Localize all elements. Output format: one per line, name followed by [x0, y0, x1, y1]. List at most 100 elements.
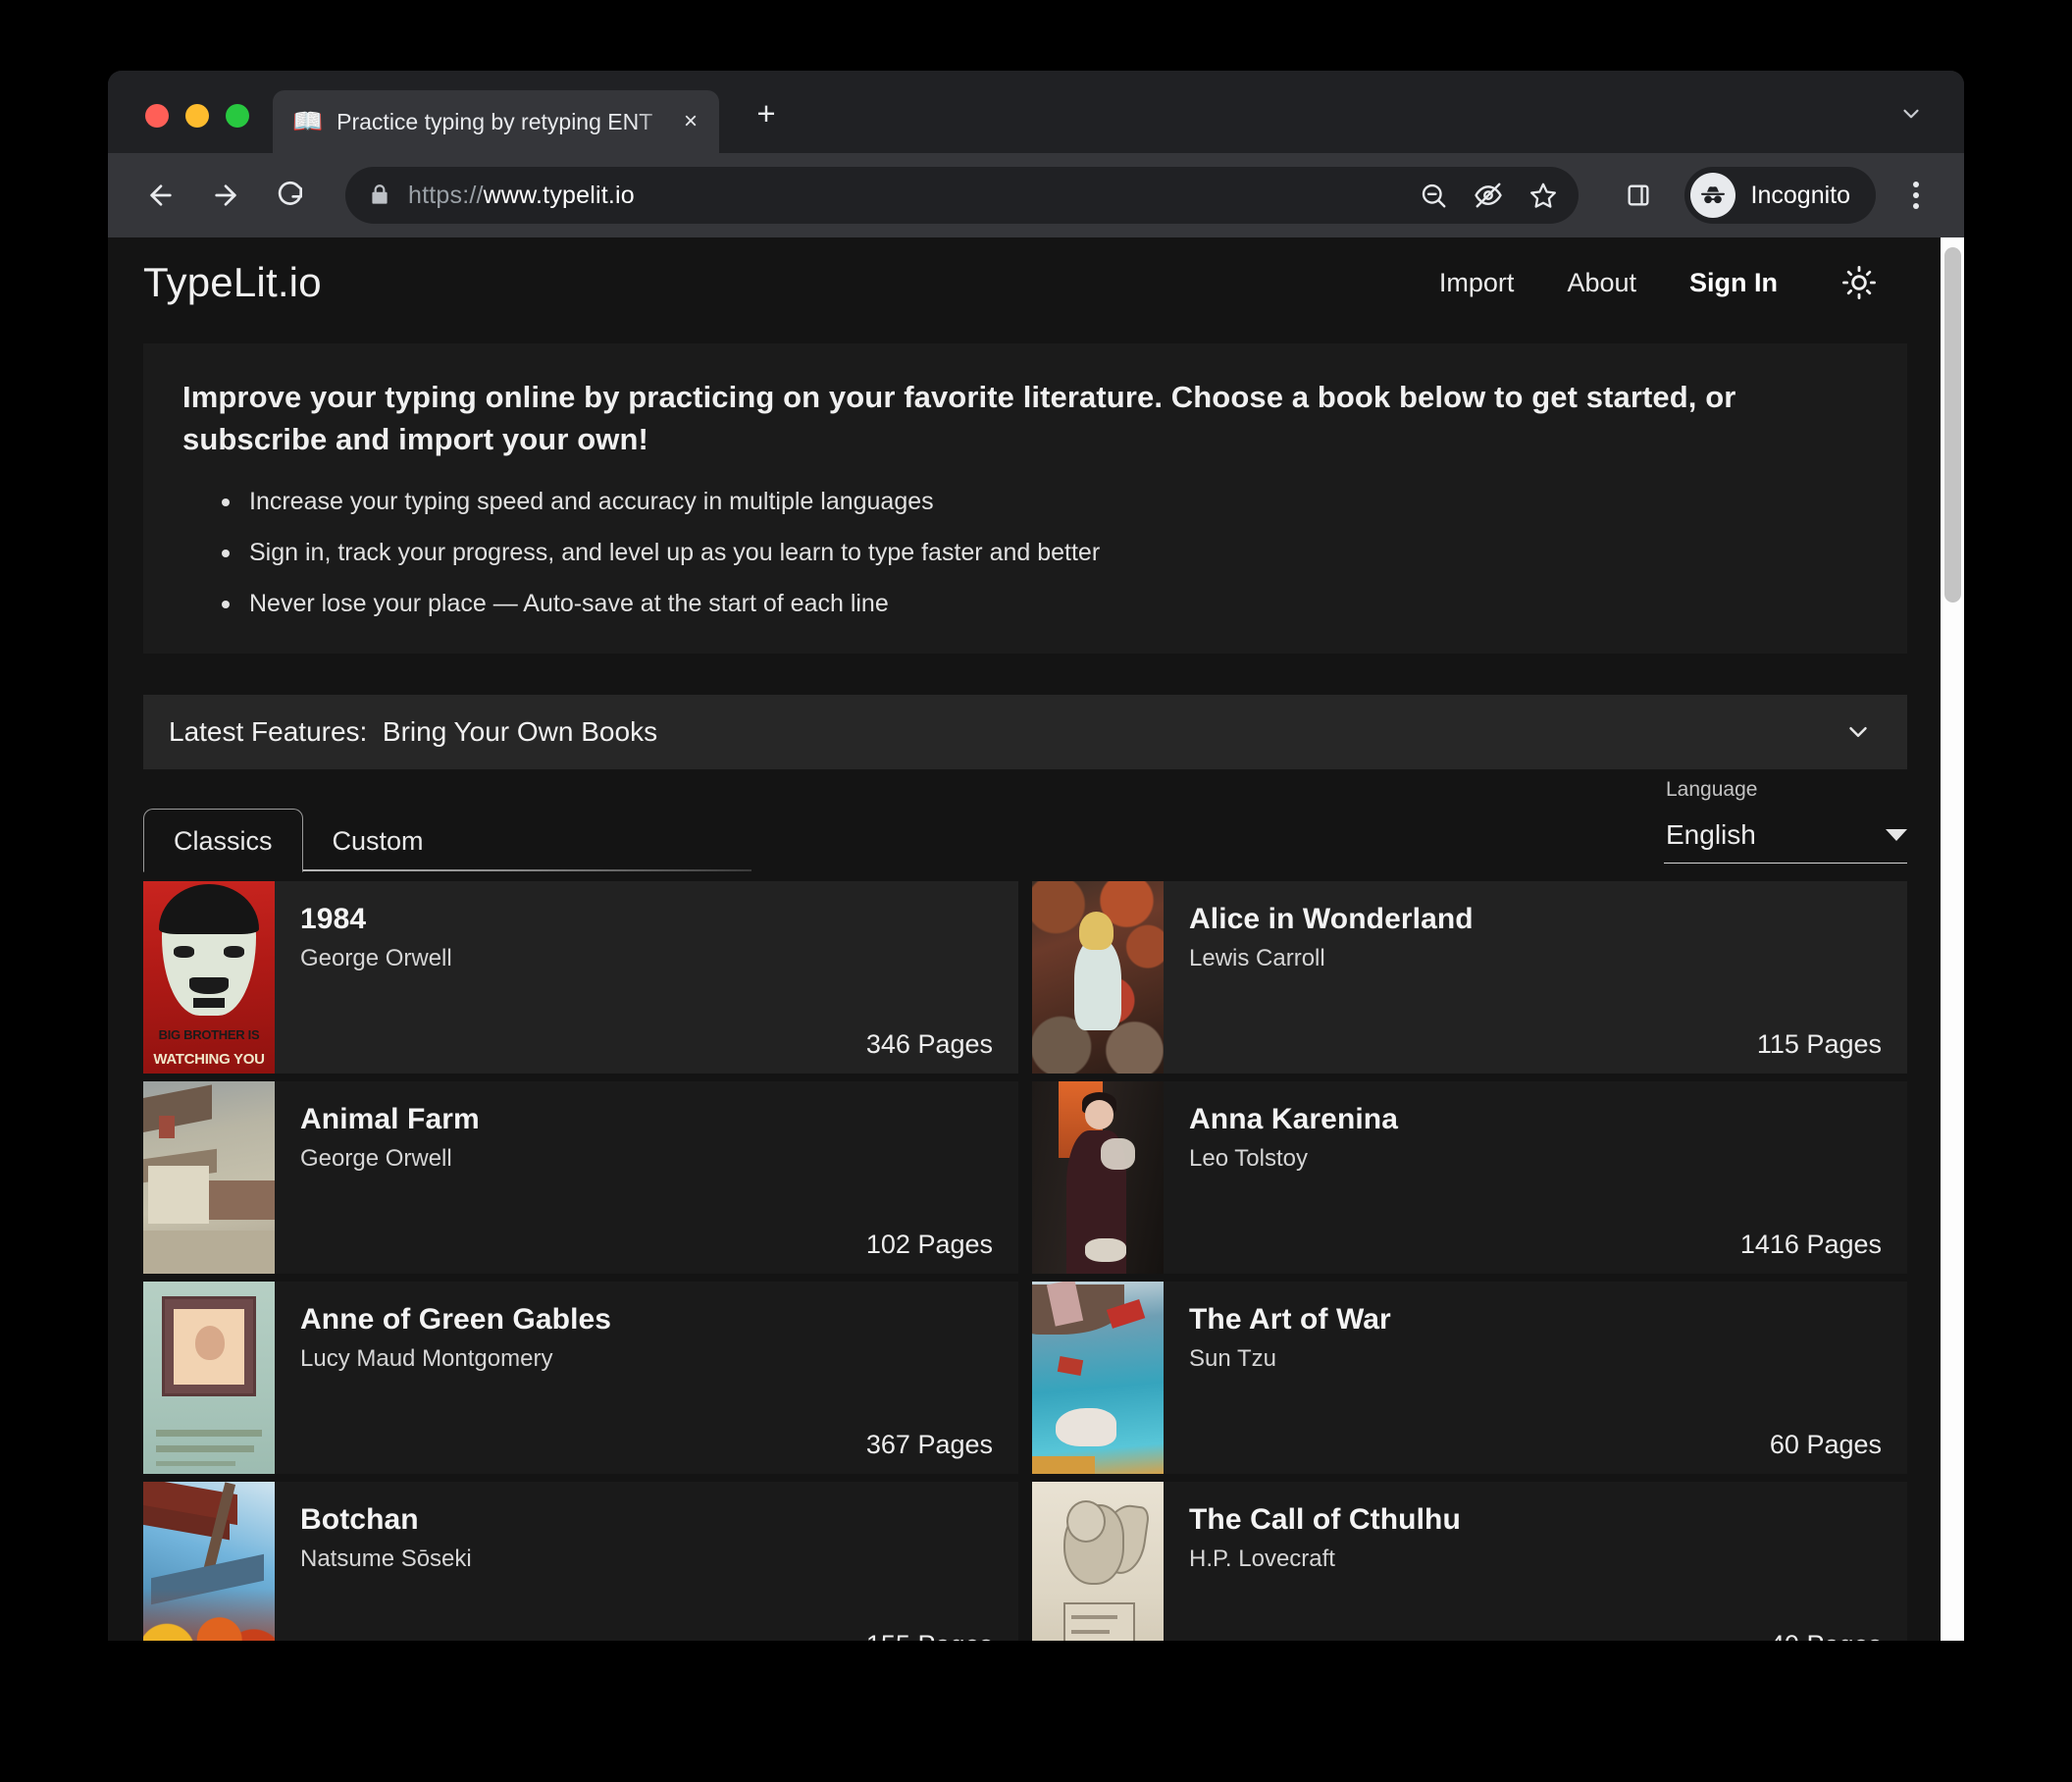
three-dot-menu-icon[interactable] — [1893, 168, 1939, 223]
cover-artwork-the-call-of-cthulhu — [1032, 1482, 1164, 1641]
book-card-botchan[interactable]: Botchan Natsume Sōseki 155 Pages — [143, 1482, 1018, 1641]
nav-link-sign-in[interactable]: Sign In — [1689, 268, 1778, 298]
book-cover — [1032, 881, 1164, 1074]
browser-toolbar: https://www.typelit.io Incognito — [108, 153, 1964, 237]
site-header: TypeLit.io Import About Sign In — [108, 237, 1941, 328]
book-info: Animal Farm George Orwell 102 Pages — [275, 1081, 1018, 1274]
incognito-icon — [1690, 173, 1735, 218]
language-label: Language — [1666, 778, 1757, 802]
site-nav: Import About Sign In — [1439, 262, 1880, 303]
back-icon[interactable] — [133, 168, 188, 223]
list-item: Sign in, track your progress, and level … — [216, 538, 1868, 567]
book-page-count: 60 Pages — [1770, 1430, 1882, 1460]
cover-artwork-anne-of-green-gables — [143, 1282, 275, 1474]
profile-label: Incognito — [1751, 182, 1850, 210]
sun-icon[interactable] — [1839, 262, 1880, 303]
book-cover — [143, 1482, 275, 1641]
book-page-count: 40 Pages — [1770, 1630, 1882, 1641]
window-maximize-button[interactable] — [226, 104, 249, 128]
side-panel-icon[interactable] — [1612, 168, 1665, 223]
book-title: Animal Farm — [300, 1103, 989, 1135]
book-card-1984[interactable]: BIG BROTHER IS WATCHING YOU 1984 George … — [143, 881, 1018, 1074]
dropdown-arrow-icon — [1886, 829, 1907, 841]
book-title: Anne of Green Gables — [300, 1303, 989, 1336]
book-page-count: 346 Pages — [866, 1029, 993, 1060]
book-card-the-call-of-cthulhu[interactable]: The Call of Cthulhu H.P. Lovecraft 40 Pa… — [1032, 1482, 1907, 1641]
tab-strip: 📖 Practice typing by retyping ENT × + — [108, 71, 1964, 153]
book-cover: BIG BROTHER IS WATCHING YOU — [143, 881, 275, 1074]
book-info: Alice in Wonderland Lewis Carroll 115 Pa… — [1164, 881, 1907, 1074]
tab-custom[interactable]: Custom — [303, 810, 453, 870]
cover-text-line1: BIG BROTHER IS — [143, 1027, 275, 1042]
open-book-icon: 📖 — [292, 110, 323, 134]
book-cover — [143, 1282, 275, 1474]
url-host: www.typelit.io — [484, 182, 635, 209]
book-author: Sun Tzu — [1189, 1345, 1878, 1373]
latest-features-accordion[interactable]: Latest Features: Bring Your Own Books — [143, 695, 1907, 769]
book-title: Anna Karenina — [1189, 1103, 1878, 1135]
zoom-out-icon[interactable] — [1408, 170, 1459, 221]
book-title: Botchan — [300, 1503, 989, 1536]
book-info: Botchan Natsume Sōseki 155 Pages — [275, 1482, 1018, 1641]
tab-classics[interactable]: Classics — [143, 809, 303, 871]
language-select[interactable]: Language English — [1664, 819, 1907, 871]
browser-tab[interactable]: 📖 Practice typing by retyping ENT × — [273, 90, 719, 153]
book-cover — [1032, 1081, 1164, 1274]
window-close-button[interactable] — [145, 104, 169, 128]
book-page-count: 155 Pages — [866, 1630, 993, 1641]
nav-link-import[interactable]: Import — [1439, 268, 1515, 298]
book-cover — [143, 1081, 275, 1274]
book-card-the-art-of-war[interactable]: The Art of War Sun Tzu 60 Pages — [1032, 1282, 1907, 1474]
book-author: H.P. Lovecraft — [1189, 1546, 1878, 1573]
browser-tab-title: Practice typing by retyping ENT — [337, 109, 676, 135]
book-info: Anne of Green Gables Lucy Maud Montgomer… — [275, 1282, 1018, 1474]
book-page-count: 102 Pages — [866, 1230, 993, 1260]
intro-panel: Improve your typing online by practicing… — [143, 343, 1907, 654]
cover-artwork-1984: BIG BROTHER IS WATCHING YOU — [143, 881, 275, 1074]
scrollbar-thumb[interactable] — [1944, 247, 1961, 603]
book-title: The Call of Cthulhu — [1189, 1503, 1878, 1536]
book-card-animal-farm[interactable]: Animal Farm George Orwell 102 Pages — [143, 1081, 1018, 1274]
page-scrollbar[interactable] — [1941, 237, 1964, 1641]
browser-window: 📖 Practice typing by retyping ENT × + ht… — [108, 71, 1964, 1641]
book-author: Natsume Sōseki — [300, 1546, 989, 1573]
window-traffic-lights — [108, 104, 249, 153]
book-page-count: 1416 Pages — [1740, 1230, 1882, 1260]
latest-features-value: Bring Your Own Books — [383, 716, 657, 747]
forward-icon[interactable] — [198, 168, 253, 223]
book-info: 1984 George Orwell 346 Pages — [275, 881, 1018, 1074]
chevron-down-icon[interactable] — [1839, 712, 1878, 752]
book-cover — [1032, 1282, 1164, 1474]
book-author: Lucy Maud Montgomery — [300, 1345, 989, 1373]
book-cover — [1032, 1482, 1164, 1641]
site-logo[interactable]: TypeLit.io — [143, 259, 322, 306]
book-controls-row: Classics Custom Language English — [143, 787, 1907, 871]
address-bar[interactable]: https://www.typelit.io — [345, 167, 1579, 224]
book-author: Lewis Carroll — [1189, 945, 1878, 972]
chevron-down-icon[interactable] — [1891, 94, 1931, 133]
latest-features-label: Latest Features: — [169, 716, 367, 747]
list-item: Never lose your place — Auto-save at the… — [216, 589, 1868, 618]
language-select-value[interactable]: English — [1664, 819, 1907, 864]
book-author: George Orwell — [300, 1145, 989, 1173]
close-icon[interactable]: × — [676, 107, 705, 136]
star-icon[interactable] — [1518, 170, 1569, 221]
book-card-anne-of-green-gables[interactable]: Anne of Green Gables Lucy Maud Montgomer… — [143, 1282, 1018, 1474]
book-card-anna-karenina[interactable]: Anna Karenina Leo Tolstoy 1416 Pages — [1032, 1081, 1907, 1274]
reload-icon[interactable] — [263, 168, 318, 223]
book-author: George Orwell — [300, 945, 989, 972]
omnibox-actions — [1408, 167, 1579, 224]
nav-link-about[interactable]: About — [1567, 268, 1636, 298]
book-card-alice-in-wonderland[interactable]: Alice in Wonderland Lewis Carroll 115 Pa… — [1032, 881, 1907, 1074]
book-grid: BIG BROTHER IS WATCHING YOU 1984 George … — [143, 881, 1907, 1641]
url-scheme: https:// — [408, 182, 484, 209]
eye-slash-icon[interactable] — [1463, 170, 1514, 221]
profile-button[interactable]: Incognito — [1684, 167, 1876, 224]
cover-artwork-the-art-of-war — [1032, 1282, 1164, 1474]
cover-artwork-animal-farm — [143, 1081, 275, 1274]
lock-icon — [367, 183, 392, 208]
new-tab-button[interactable]: + — [747, 94, 786, 133]
book-title: The Art of War — [1189, 1303, 1878, 1336]
window-minimize-button[interactable] — [185, 104, 209, 128]
cover-artwork-anna-karenina — [1032, 1081, 1164, 1274]
